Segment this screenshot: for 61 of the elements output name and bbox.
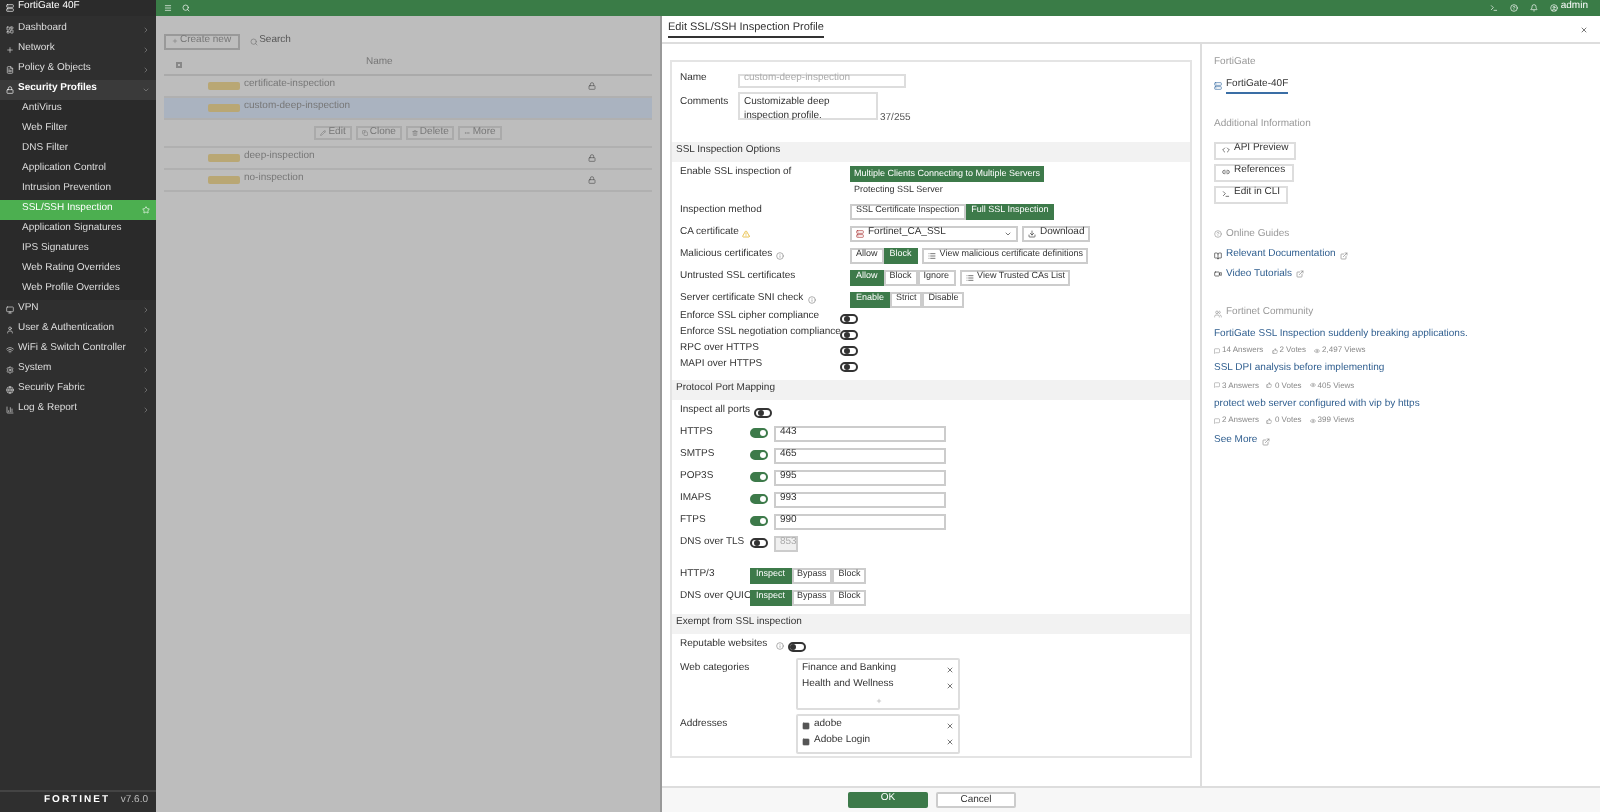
globe-icon (6, 386, 14, 394)
plus-icon (6, 46, 14, 54)
checkbox[interactable] (176, 61, 182, 67)
plus-icon (172, 38, 178, 44)
star-icon[interactable] (142, 206, 150, 214)
lock-icon (6, 86, 14, 94)
thumbs-up-icon (1266, 382, 1273, 388)
video-icon (1214, 270, 1222, 279)
help-icon (1214, 230, 1222, 239)
external-link-icon (1295, 270, 1304, 279)
wifi-icon (6, 346, 14, 354)
community-icon (1214, 309, 1222, 318)
eye-icon (1309, 382, 1316, 388)
menu-icon[interactable] (164, 4, 172, 12)
toggle-switch[interactable] (750, 516, 768, 526)
toggle-switch[interactable] (787, 641, 806, 651)
toggle-switch[interactable] (754, 407, 773, 417)
bar-chart-icon (6, 406, 14, 414)
external-link-icon (1261, 437, 1270, 446)
bell-icon[interactable] (1530, 4, 1539, 12)
comment-icon (1214, 382, 1220, 388)
comment-icon (1214, 347, 1220, 353)
tag-block (208, 82, 240, 90)
device-icon (1214, 81, 1222, 90)
terminal-icon (1222, 190, 1230, 198)
device-icon (6, 4, 14, 12)
search-icon (249, 37, 258, 45)
toggle-switch[interactable] (750, 538, 768, 548)
document-icon (6, 66, 14, 74)
download-icon (1028, 229, 1036, 237)
toggle-switch[interactable] (840, 345, 858, 355)
certificate-icon (856, 229, 864, 237)
toggle-switch[interactable] (840, 313, 858, 323)
toggle-switch[interactable] (750, 428, 768, 438)
toggle-switch[interactable] (840, 361, 858, 371)
toggle-switch[interactable] (750, 472, 768, 482)
thumbs-up-icon (1266, 417, 1273, 423)
help-icon[interactable] (1510, 4, 1519, 12)
code-icon (1222, 146, 1230, 154)
terminal-icon[interactable] (1490, 4, 1499, 12)
comment-icon (1214, 417, 1220, 423)
user-icon (6, 326, 14, 334)
toggle-switch[interactable] (750, 450, 768, 460)
book-icon (1214, 251, 1222, 260)
eye-icon (1309, 417, 1316, 423)
tag-block (208, 154, 240, 162)
search-icon[interactable] (182, 4, 190, 12)
tag-block (208, 176, 240, 184)
eye-icon (1314, 347, 1321, 353)
list-icon (965, 273, 974, 281)
external-link-icon (1339, 251, 1348, 260)
list-icon (927, 251, 936, 259)
monitor-icon (6, 306, 14, 314)
dashboard-icon (6, 26, 14, 34)
gear-icon (6, 366, 14, 374)
toggle-switch[interactable] (840, 329, 858, 339)
link-icon (1222, 168, 1230, 176)
toggle-switch[interactable] (750, 494, 768, 504)
user-icon (1550, 4, 1559, 12)
tag-block (208, 104, 240, 112)
thumbs-up-icon (1271, 347, 1278, 353)
